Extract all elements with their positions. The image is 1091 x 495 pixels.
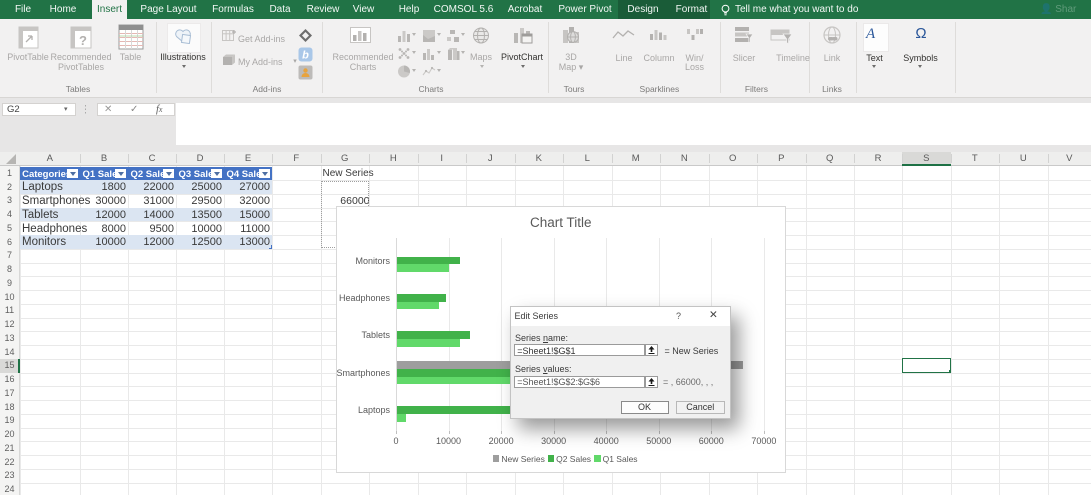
- svg-text:b: b: [302, 50, 309, 62]
- svg-text:?: ?: [79, 33, 87, 48]
